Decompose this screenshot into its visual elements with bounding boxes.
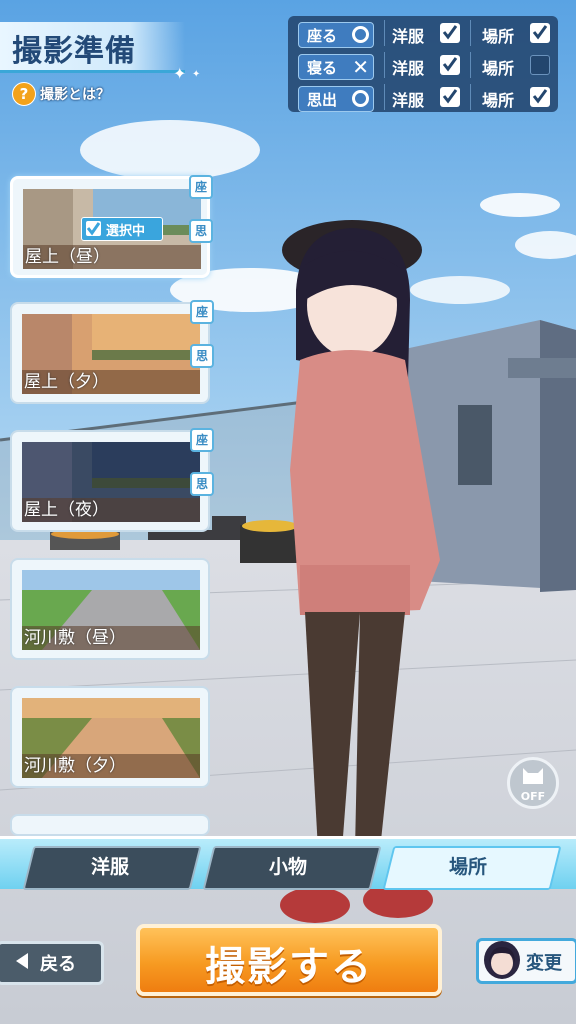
location-card-rooftop-day[interactable]: 屋上（昼） 選択中 座 思 — [10, 175, 213, 278]
location-label: 屋上（昼） — [25, 247, 110, 267]
clothes-label: 洋服 — [392, 27, 425, 46]
check-icon — [530, 87, 550, 107]
location-thumbnail: 河川敷（夕） — [22, 698, 200, 778]
help-link[interactable]: ? 撮影とは？ — [12, 82, 110, 106]
help-label: 撮影とは？ — [40, 87, 110, 103]
selected-badge: 選択中 — [81, 217, 163, 241]
location-label: 河川敷（夕） — [24, 756, 126, 776]
tab-place-label: 場所 — [448, 856, 487, 878]
tag-memory: 思 — [189, 219, 213, 243]
sparkle-icon: ✦ — [192, 69, 201, 80]
cat-icon — [523, 768, 543, 784]
tab-accessories-label: 小物 — [268, 856, 307, 878]
clothes-label: 洋服 — [392, 59, 425, 78]
divider — [384, 52, 385, 78]
tag-memory: 思 — [190, 472, 214, 496]
place-label: 場所 — [482, 91, 515, 110]
tag-sit: 座 — [190, 300, 214, 324]
location-label: 河川敷（昼） — [24, 628, 126, 648]
location-thumbnail: 屋上（夕） — [22, 314, 200, 394]
tag-sit: 座 — [190, 428, 214, 452]
check-icon — [86, 221, 101, 236]
divider — [384, 20, 385, 46]
tag-sit: 座 — [189, 175, 213, 199]
circle-icon — [352, 26, 369, 43]
action-label: 思出 — [307, 91, 338, 109]
cat-toggle-button[interactable]: OFF — [507, 757, 559, 809]
location-label: 屋上（夜） — [24, 500, 109, 520]
divider — [470, 20, 471, 46]
check-icon — [440, 55, 460, 75]
location-thumbnail: 河川敷（昼） — [22, 570, 200, 650]
cross-icon: ✕ — [352, 55, 369, 79]
unchecked-box-icon — [530, 55, 550, 75]
divider — [470, 84, 471, 110]
divider — [384, 84, 385, 110]
location-card-rooftop-evening[interactable]: 屋上（夕） 座 思 — [10, 300, 214, 404]
sparkle-icon: ✦ — [173, 64, 187, 83]
location-card-partial[interactable] — [10, 814, 210, 836]
place-label: 場所 — [482, 59, 515, 78]
shoot-label: 撮影する — [205, 944, 373, 990]
back-label: 戻る — [40, 954, 76, 975]
location-card-riverbank-day[interactable]: 河川敷（昼） — [10, 558, 210, 660]
action-memory-badge: 思出 — [298, 86, 374, 112]
status-row: 座る 洋服 場所 — [294, 20, 552, 48]
tab-clothes-label: 洋服 — [90, 856, 129, 878]
avatar — [484, 941, 520, 979]
clothes-label: 洋服 — [392, 91, 425, 110]
check-icon — [440, 87, 460, 107]
tag-memory: 思 — [190, 344, 214, 368]
action-sleep-badge: 寝る ✕ — [298, 54, 374, 80]
action-label: 座る — [307, 27, 338, 45]
cat-toggle-label: OFF — [520, 790, 546, 803]
action-label: 寝る — [307, 59, 338, 77]
page-title: 撮影準備 — [12, 34, 136, 69]
back-arrow-icon — [16, 953, 28, 969]
location-thumbnail: 屋上（夜） — [22, 442, 200, 522]
circle-icon — [352, 90, 369, 107]
divider — [470, 52, 471, 78]
question-icon: ? — [12, 82, 36, 106]
place-label: 場所 — [482, 27, 515, 46]
change-label: 変更 — [526, 953, 562, 974]
status-row: 寝る ✕ 洋服 場所 — [294, 52, 552, 80]
location-thumbnail: 屋上（昼） 選択中 — [23, 189, 201, 269]
action-sit-badge: 座る — [298, 22, 374, 48]
check-icon — [440, 23, 460, 43]
location-card-rooftop-night[interactable]: 屋上（夜） 座 思 — [10, 428, 214, 532]
location-label: 屋上（夕） — [24, 372, 109, 392]
status-panel: 座る 洋服 場所 寝る ✕ 洋服 場所 思出 洋服 場所 — [288, 16, 558, 112]
check-icon — [530, 23, 550, 43]
status-row: 思出 洋服 場所 — [294, 84, 552, 112]
selected-text: 選択中 — [106, 224, 146, 239]
location-card-riverbank-evening[interactable]: 河川敷（夕） — [10, 686, 210, 788]
